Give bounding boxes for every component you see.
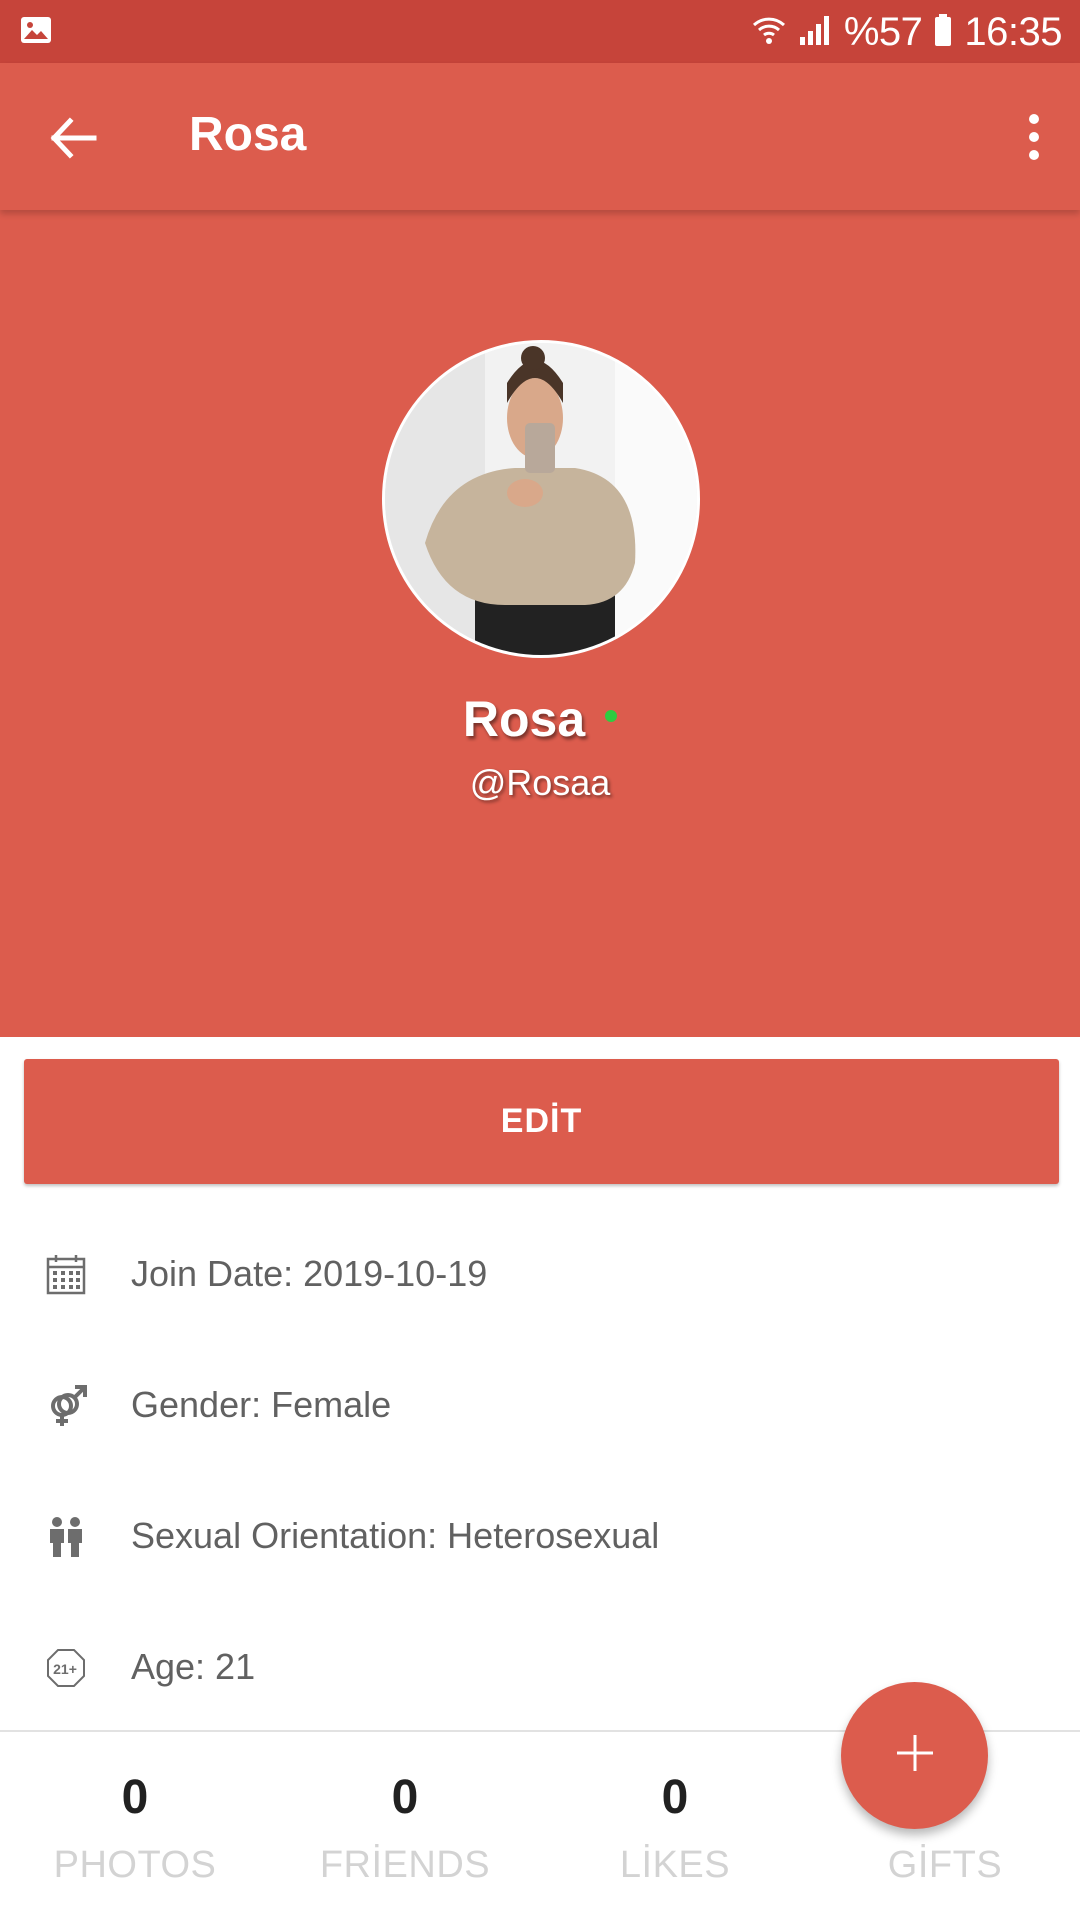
stat-value: 0 xyxy=(391,1771,419,1824)
stat-value: 0 xyxy=(121,1771,149,1824)
online-status-dot xyxy=(605,710,618,722)
age-text: Age: 21 xyxy=(131,1646,256,1687)
signal-icon xyxy=(798,13,832,52)
stat-friends[interactable]: 0 FRİENDS xyxy=(270,1732,540,1887)
app-bar: Rosa xyxy=(0,63,1080,210)
gender-icon xyxy=(44,1384,88,1428)
clock: 16:35 xyxy=(964,9,1062,54)
profile-header: Rosa @Rosaa xyxy=(0,210,1080,1037)
status-bar: %57 16:35 xyxy=(0,0,1080,63)
battery-percent: %57 xyxy=(843,9,923,54)
edit-button[interactable]: EDİT xyxy=(24,1059,1059,1184)
stat-likes[interactable]: 0 LİKES xyxy=(540,1732,810,1887)
svg-text:21+: 21+ xyxy=(53,1661,77,1677)
info-row-gender: Gender: Female xyxy=(0,1364,1080,1444)
arrow-back-icon[interactable] xyxy=(46,111,100,165)
info-row-orientation: Sexual Orientation: Heterosexual xyxy=(0,1495,1080,1575)
avatar[interactable] xyxy=(382,340,700,658)
battery-icon xyxy=(934,13,952,52)
calendar-icon xyxy=(44,1253,88,1297)
plus-icon xyxy=(893,1731,937,1780)
wifi-icon xyxy=(752,13,786,52)
info-row-join-date: Join Date: 2019-10-19 xyxy=(0,1233,1080,1313)
profile-username: @Rosaa xyxy=(469,762,611,803)
profile-name: Rosa xyxy=(462,691,586,747)
join-date-text: Join Date: 2019-10-19 xyxy=(131,1253,488,1294)
stat-label: FRİENDS xyxy=(319,1844,491,1886)
age-21-icon: 21+ xyxy=(44,1646,88,1690)
more-vert-icon[interactable] xyxy=(1010,107,1058,167)
orientation-text: Sexual Orientation: Heterosexual xyxy=(131,1515,660,1556)
stat-photos[interactable]: 0 PHOTOS xyxy=(0,1732,270,1887)
stat-label: PHOTOS xyxy=(53,1844,217,1886)
gallery-icon xyxy=(20,14,52,51)
stat-label: LİKES xyxy=(619,1844,731,1886)
gender-text: Gender: Female xyxy=(131,1384,392,1425)
add-fab-button[interactable] xyxy=(841,1682,988,1829)
stat-label: GİFTS xyxy=(887,1844,1003,1886)
stat-value: 0 xyxy=(661,1771,689,1824)
profile-name-row: Rosa xyxy=(0,690,1080,748)
people-icon xyxy=(44,1515,88,1559)
page-title: Rosa xyxy=(189,108,307,161)
status-bar-right: %57 16:35 xyxy=(752,8,1062,56)
